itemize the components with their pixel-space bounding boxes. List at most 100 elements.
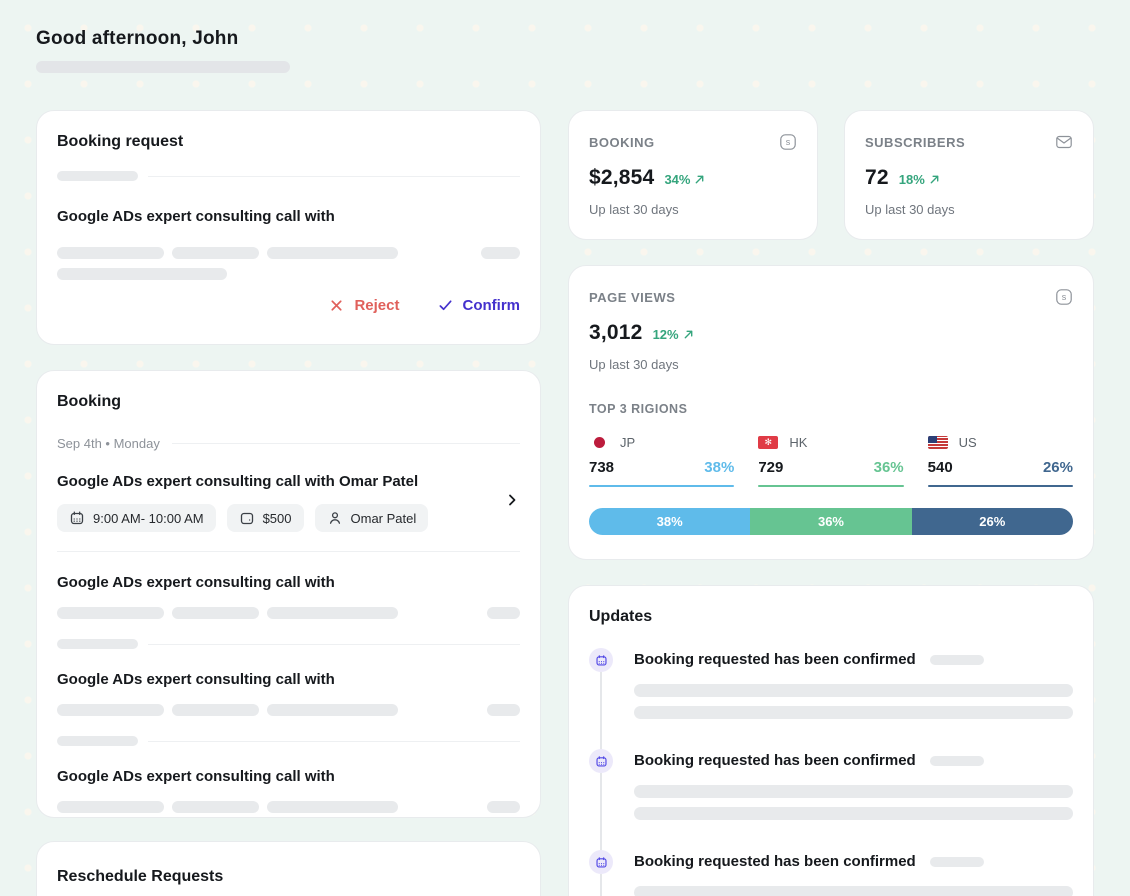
skeleton-bar <box>634 684 1073 697</box>
skeleton-pill <box>267 801 398 813</box>
booking-title: Booking <box>57 393 520 411</box>
skeleton-pill <box>267 607 398 619</box>
booking-stat-caption: Up last 30 days <box>589 202 797 217</box>
time-chip: 9:00 AM- 10:00 AM <box>57 504 216 532</box>
update-item: Booking requested has been confirmed <box>589 749 1073 850</box>
skeleton-bar <box>634 807 1073 820</box>
subscribers-stat-card: SUBSCRIBERS 72 18% <box>844 110 1094 240</box>
reschedule-requests-title: Reschedule Requests <box>57 868 520 886</box>
booking-card: Booking Sep 4th • Monday Google ADs expe… <box>36 370 541 818</box>
skeleton-bar <box>634 886 1073 896</box>
booking-item-title: Google ADs expert consulting call with <box>57 768 520 785</box>
jp-flag-icon <box>589 436 609 449</box>
check-icon <box>438 298 453 313</box>
svg-text:s: s <box>786 137 791 147</box>
booking-item[interactable]: Google ADs expert consulting call with O… <box>57 473 520 552</box>
region-hk: ✻ HK 729 36% <box>758 435 903 487</box>
skeleton-pill <box>930 655 984 665</box>
skeleton-pill <box>57 247 164 259</box>
update-item: Booking requested has been confirmed <box>589 648 1073 749</box>
x-icon <box>329 298 344 313</box>
dollar-square-icon: s <box>779 133 797 151</box>
update-text: Booking requested has been confirmed <box>634 752 916 769</box>
person-chip: Omar Patel <box>315 504 429 532</box>
skeleton-pill <box>487 704 520 716</box>
skeleton-pill <box>487 607 520 619</box>
region-value: 738 <box>589 459 614 476</box>
region-underline <box>928 485 1073 487</box>
skeleton-pill <box>267 247 398 259</box>
booking-item-title: Google ADs expert consulting call with O… <box>57 473 496 490</box>
chevron-right-icon[interactable] <box>504 492 520 513</box>
skeleton-pill <box>172 247 259 259</box>
trend-up-icon <box>683 329 694 340</box>
trend-up-icon <box>694 174 705 185</box>
skeleton-pill <box>57 171 138 181</box>
skeleton-pill <box>481 247 520 259</box>
booking-item-skeleton: Google ADs expert consulting call with <box>57 768 520 813</box>
page-views-label: PAGE VIEWS <box>589 290 675 305</box>
divider <box>148 644 520 645</box>
skeleton-pill <box>172 607 259 619</box>
wallet-icon <box>239 510 255 526</box>
calendar-icon <box>589 850 613 874</box>
page-views-card: PAGE VIEWS s 3,012 12% Up last 30 days <box>568 265 1094 560</box>
subscribers-stat-value: 72 <box>865 166 889 190</box>
region-value: 729 <box>758 459 783 476</box>
region-code: HK <box>789 435 807 450</box>
us-flag-icon <box>928 436 948 449</box>
skeleton-pill <box>57 801 164 813</box>
dashboard-page: Good afternoon, John Booking request Goo… <box>0 0 1130 896</box>
region-percent: 26% <box>1043 459 1073 476</box>
subscribers-stat-caption: Up last 30 days <box>865 202 1073 217</box>
mail-icon <box>1055 133 1073 151</box>
person-icon <box>327 510 343 526</box>
dollar-square-icon: s <box>1055 288 1073 306</box>
subscribers-stat-label: SUBSCRIBERS <box>865 135 965 150</box>
divider <box>57 551 520 552</box>
page-views-value: 3,012 <box>589 321 643 345</box>
reschedule-requests-card: Reschedule Requests <box>36 841 541 896</box>
confirm-label: Confirm <box>463 297 521 314</box>
reject-button[interactable]: Reject <box>329 297 399 314</box>
updates-title: Updates <box>589 608 1073 626</box>
region-code: JP <box>620 435 635 450</box>
booking-request-title: Booking request <box>57 133 520 151</box>
skeleton-pill <box>930 756 984 766</box>
update-text: Booking requested has been confirmed <box>634 853 916 870</box>
bar-segment-hk: 36% <box>750 508 911 535</box>
calendar-icon <box>589 648 613 672</box>
booking-item-title: Google ADs expert consulting call with <box>57 671 520 688</box>
skeleton-pill <box>172 704 259 716</box>
booking-item-title: Google ADs expert consulting call with <box>57 574 520 591</box>
booking-item-skeleton: Google ADs expert consulting call with <box>57 671 520 746</box>
updates-card: Updates Booking requested has been confi… <box>568 585 1094 896</box>
region-jp: JP 738 38% <box>589 435 734 487</box>
calendar-icon <box>69 510 85 526</box>
region-underline <box>758 485 903 487</box>
confirm-button[interactable]: Confirm <box>438 297 521 314</box>
booking-stat-card: BOOKING s $2,854 34% <box>568 110 818 240</box>
skeleton-pill <box>57 639 138 649</box>
greeting-title: Good afternoon, John <box>36 28 1094 50</box>
update-item: Booking requested has been confirmed <box>589 850 1073 896</box>
region-percent: 36% <box>874 459 904 476</box>
page-views-caption: Up last 30 days <box>589 357 1073 372</box>
divider <box>148 741 520 742</box>
skeleton-bar <box>634 706 1073 719</box>
skeleton-pill <box>930 857 984 867</box>
svg-text:s: s <box>1062 292 1067 302</box>
skeleton-pill <box>487 801 520 813</box>
header-skeleton <box>36 61 290 73</box>
time-chip-label: 9:00 AM- 10:00 AM <box>93 511 204 526</box>
divider <box>172 443 520 444</box>
bar-segment-jp: 38% <box>589 508 750 535</box>
calendar-icon <box>589 749 613 773</box>
skeleton-pill <box>267 704 398 716</box>
hk-flag-icon: ✻ <box>758 436 778 449</box>
booking-request-item-title: Google ADs expert consulting call with <box>57 208 520 225</box>
region-percent: 38% <box>704 459 734 476</box>
divider <box>148 176 520 177</box>
booking-date-label: Sep 4th • Monday <box>57 436 160 451</box>
region-code: US <box>959 435 977 450</box>
